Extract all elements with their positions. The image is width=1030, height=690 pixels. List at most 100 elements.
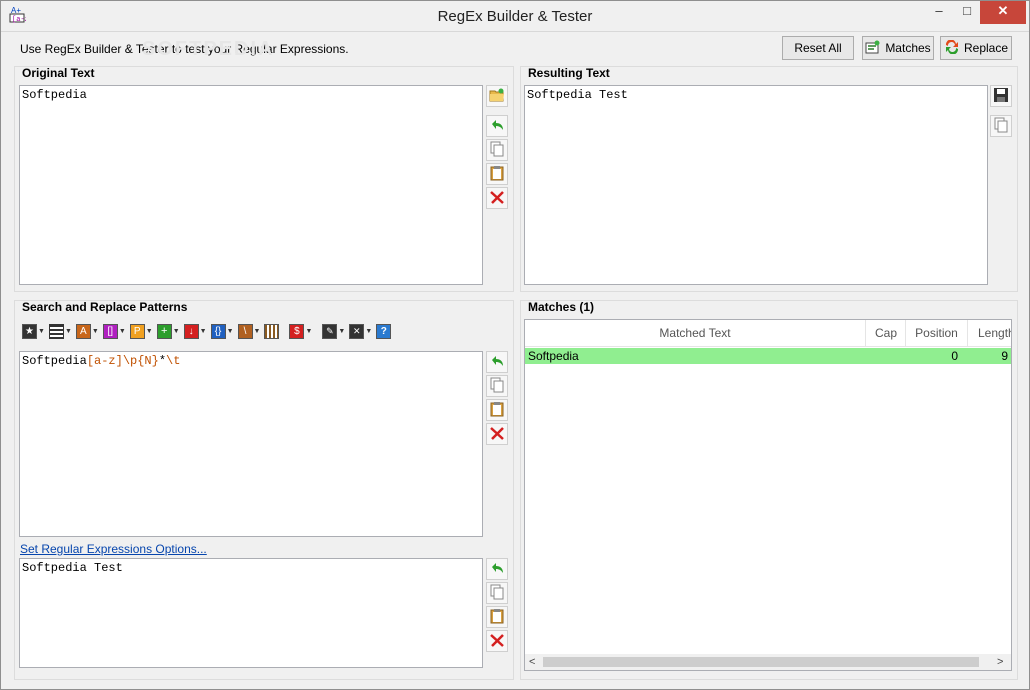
replace-label: Replace [963,41,1009,55]
matches-list[interactable]: Matched Text Cap Position Length Softped… [524,319,1012,671]
resulting-text-output[interactable]: Softpedia Test [524,85,988,285]
save-result-button[interactable] [990,85,1012,107]
undo-icon [489,354,505,371]
resulting-text-label: Resulting Text [528,66,610,80]
help-icon: ? [376,323,392,339]
title-bar: [a-z]A+ RegEx Builder & Tester – □ ✕ [0,0,1030,32]
letter-p-icon: P [129,323,145,339]
pattern-property: \p{N} [122,354,159,368]
original-text-input[interactable]: Softpedia [19,85,483,285]
pattern-quantifier: * [158,354,167,368]
replace-paste-button[interactable] [486,606,508,628]
delete-icon [489,425,505,444]
insert-anchor-dropdown[interactable]: A ▼ [75,322,99,340]
matches-button[interactable]: Matches [862,36,934,60]
pattern-escape: \t [166,354,181,368]
search-pattern-input[interactable]: Softpedia[a-z]\p{N}*\t [19,351,483,537]
undo-icon [489,561,505,578]
paste-icon [489,401,505,420]
pattern-char-class: [a-z] [86,354,123,368]
search-copy-button[interactable] [486,375,508,397]
maximize-button[interactable]: □ [950,0,984,24]
grid-icon [264,323,280,339]
insert-property-dropdown[interactable]: P ▼ [129,322,153,340]
original-copy-button[interactable] [486,139,508,161]
pattern-toolbar: ★ ▼ ▼ A ▼ [] ▼ P ▼ + ▼ ↓ ▼ {} ▼ \ ▼ $ ▼ ✎ ▼ ✕ ▼ ? [22,322,392,340]
pencil-icon: ✎ [322,323,338,339]
matches-label: Matches [885,41,931,55]
insert-list-dropdown[interactable]: ▼ [48,322,72,340]
patterns-label: Search and Replace Patterns [22,300,188,314]
replace-undo-button[interactable] [486,558,508,580]
insert-favorite-dropdown[interactable]: ★ ▼ [22,322,45,340]
copy-icon [489,377,505,396]
letter-a-icon: A [75,323,91,339]
star-icon: ★ [22,323,37,339]
column-position[interactable]: Position [906,320,968,346]
dollar-icon: $ [289,323,305,339]
scroll-right-icon[interactable]: > [997,654,1009,670]
replace-pattern-input[interactable]: Softpedia Test [19,558,483,668]
regex-options-link[interactable]: Set Regular Expressions Options... [20,542,207,556]
folder-open-icon [489,88,505,105]
pattern-literal: Softpedia [22,354,87,368]
insert-escape-dropdown[interactable]: \ ▼ [237,322,260,340]
help-button[interactable]: ? [376,322,392,340]
tools-dropdown[interactable]: ✕ ▼ [349,322,372,340]
matches-list-header: Matched Text Cap Position Length [525,320,1011,347]
braces-icon: {} [210,323,226,339]
insert-group-dropdown[interactable]: {} ▼ [210,322,234,340]
delete-icon [489,632,505,651]
watermark: SOFTPEDIA [142,38,275,60]
insert-replace-dropdown[interactable]: $ ▼ [289,322,312,340]
replace-button[interactable]: Replace [940,36,1012,60]
open-file-button[interactable] [486,85,508,107]
search-clear-button[interactable] [486,423,508,445]
plus-icon: + [156,323,172,339]
close-button[interactable]: ✕ [980,0,1026,24]
replace-copy-button[interactable] [486,582,508,604]
column-matched-text[interactable]: Matched Text [525,320,866,346]
copy-icon [489,141,505,160]
matches-icon [865,40,881,57]
original-text-label: Original Text [22,66,95,80]
table-row[interactable]: Softpedia 0 9 [525,348,1011,364]
copy-icon [489,584,505,603]
paste-icon [489,608,505,627]
row-matched-text: Softpedia [528,349,579,363]
column-length[interactable]: Length [968,320,1011,346]
replace-clear-button[interactable] [486,630,508,652]
paste-icon [489,165,505,184]
backslash-icon: \ [237,323,253,339]
bracket-icon: [] [102,323,118,339]
insert-quantifier-dropdown[interactable]: + ▼ [156,322,180,340]
delete-icon [489,189,505,208]
search-undo-button[interactable] [486,351,508,373]
copy-result-button[interactable] [990,115,1012,137]
reset-all-label: Reset All [794,41,842,55]
row-position: 0 [951,349,958,363]
undo-icon [489,118,505,135]
original-clear-button[interactable] [486,187,508,209]
copy-icon [993,117,1009,136]
scroll-left-icon[interactable]: < [529,654,541,670]
insert-class-dropdown[interactable]: [] ▼ [102,322,126,340]
search-paste-button[interactable] [486,399,508,421]
window-title: RegEx Builder & Tester [437,8,593,25]
replace-icon [944,38,960,57]
original-undo-button[interactable] [486,115,508,137]
horizontal-scrollbar[interactable]: < > [525,654,1011,670]
matches-label: Matches (1) [528,300,595,314]
scrollbar-thumb[interactable] [543,657,979,667]
insert-backreference-dropdown[interactable]: ↓ ▼ [183,322,207,340]
save-icon [993,87,1009,106]
tools-icon: ✕ [349,323,365,339]
edit-pattern-dropdown[interactable]: ✎ ▼ [322,322,345,340]
arrow-down-icon: ↓ [183,323,199,339]
original-paste-button[interactable] [486,163,508,185]
list-icon [48,323,64,339]
character-map-button[interactable] [264,322,280,340]
reset-all-button[interactable]: Reset All [782,36,854,60]
column-cap[interactable]: Cap [866,320,906,346]
row-length: 9 [1001,349,1008,363]
